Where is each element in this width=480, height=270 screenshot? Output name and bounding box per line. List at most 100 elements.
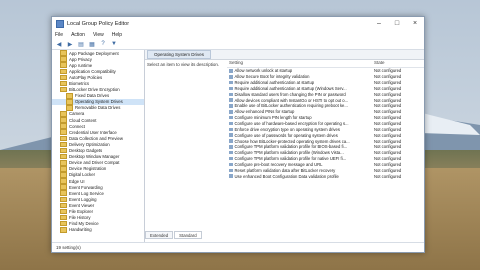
tree-item-label: Event Log Service — [69, 190, 104, 196]
setting-state: Not configured — [374, 121, 402, 127]
tree-item-label: Delivery Optimization — [69, 141, 110, 147]
policy-icon — [229, 121, 233, 126]
setting-row[interactable]: Configure pre-boot recovery message and … — [227, 162, 424, 168]
setting-state: Not configured — [374, 167, 402, 173]
setting-name: Allow network unlock at startup — [234, 68, 293, 74]
setting-state: Not configured — [374, 74, 402, 80]
setting-name: Use enhanced Boot Configuration Data val… — [234, 173, 339, 179]
minimize-button[interactable]: – — [370, 17, 388, 30]
setting-name-cell: Allow enhanced PINs for startup — [227, 109, 374, 114]
setting-name: Configure pre-boot recovery message and … — [234, 161, 323, 167]
setting-state: Not configured — [374, 68, 402, 74]
folder-icon — [66, 99, 73, 105]
setting-name-cell: Choose how BitLocker-protected operating… — [227, 139, 374, 144]
folder-icon — [60, 50, 67, 56]
policy-icon — [229, 69, 233, 73]
policy-icon — [229, 145, 233, 149]
setting-state: Not configured — [374, 91, 402, 97]
tree-item-label: Event Forwarding — [69, 184, 103, 190]
help-icon[interactable]: ? — [99, 41, 107, 48]
maximize-button[interactable]: □ — [388, 17, 406, 30]
setting-state: Not configured — [374, 115, 402, 121]
folder-icon — [60, 166, 67, 172]
folder-icon — [60, 208, 67, 215]
setting-row[interactable]: Require additional authentication at sta… — [227, 80, 424, 86]
folder-icon — [60, 117, 67, 123]
setting-name-cell: Configure TPM platform validation profil… — [227, 144, 374, 149]
setting-row[interactable]: Enforce drive encryption type on operati… — [227, 126, 424, 132]
forward-icon[interactable]: ▶ — [66, 41, 74, 48]
menu-help[interactable]: Help — [112, 32, 122, 38]
setting-row[interactable]: Reset platform validation data after Bit… — [227, 167, 424, 173]
setting-row[interactable]: Disallow standard users from changing th… — [227, 91, 424, 97]
folder-icon — [60, 80, 67, 87]
close-button[interactable]: × — [406, 17, 424, 30]
policy-icon — [229, 156, 233, 161]
tree-item-label: AutoPlay Policies — [69, 74, 103, 80]
menu-file[interactable]: File — [55, 32, 63, 38]
setting-name-cell: Require additional authentication at sta… — [227, 80, 374, 85]
folder-icon[interactable]: ▤ — [77, 41, 85, 48]
setting-name: Configure TPM platform validation profil… — [234, 144, 348, 150]
setting-row[interactable]: Enable use of BitLocker authentication r… — [227, 103, 424, 109]
setting-row[interactable]: Use enhanced Boot Configuration Data val… — [227, 173, 424, 179]
tree-item-label: Cloud Content — [69, 117, 97, 123]
setting-row[interactable]: Configure use of hardware-based encrypti… — [227, 121, 424, 127]
details-header-label: Operating System Drives — [147, 50, 212, 59]
setting-name-cell: Use enhanced Boot Configuration Data val… — [227, 174, 374, 179]
column-setting[interactable]: Setting — [227, 60, 374, 67]
setting-row[interactable]: Configure TPM platform validation profil… — [227, 144, 424, 150]
setting-row[interactable]: Allow enhanced PINs for startup Not confi… — [227, 109, 424, 115]
tab-extended[interactable]: Extended — [145, 231, 174, 239]
menu-action[interactable]: Action — [71, 32, 85, 38]
column-state[interactable]: State — [374, 60, 424, 67]
policy-icon — [229, 174, 233, 178]
policy-icon — [229, 110, 233, 114]
setting-name-cell: Configure minimum PIN length for startup — [227, 115, 374, 120]
setting-state: Not configured — [374, 132, 402, 138]
setting-row[interactable]: Choose how BitLocker-protected operating… — [227, 138, 424, 144]
tree-item[interactable]: Handwriting — [52, 226, 144, 233]
setting-name: Configure TPM platform validation profil… — [234, 150, 344, 156]
back-icon[interactable]: ◀ — [55, 41, 63, 48]
setting-name: Configure use of passwords for operating… — [234, 132, 338, 138]
filter-icon[interactable]: ▼ — [110, 41, 118, 48]
setting-name-cell: Disallow standard users from changing th… — [227, 92, 374, 97]
setting-name: Choose how BitLocker-protected operating… — [234, 138, 350, 144]
folder-icon — [60, 184, 67, 190]
folder-icon — [60, 147, 67, 154]
policy-icon — [229, 133, 233, 137]
setting-row[interactable]: Configure minimum PIN length for startup… — [227, 115, 424, 121]
tab-standard[interactable]: Standard — [174, 231, 202, 239]
menu-bar: File Action View Help — [52, 30, 424, 39]
tree-item-label: App Privacy — [69, 56, 92, 62]
setting-row[interactable]: Require additional authentication at sta… — [227, 86, 424, 92]
setting-name: Require additional authentication at sta… — [234, 85, 347, 91]
policy-icon — [229, 115, 233, 120]
setting-row[interactable]: Configure TPM platform validation profil… — [227, 150, 424, 156]
tree-item-label: File History — [69, 215, 91, 221]
description-text: Select an item to view its description. — [147, 62, 219, 67]
setting-name: Disallow standard users from changing th… — [234, 91, 346, 97]
setting-name-cell: Require additional authentication at sta… — [227, 86, 374, 91]
setting-state: Not configured — [374, 126, 402, 132]
folder-icon — [60, 135, 67, 142]
setting-row[interactable]: Allow Secure Boot for integrity validati… — [227, 74, 424, 80]
policy-icon — [229, 98, 233, 102]
properties-icon[interactable]: ▦ — [88, 41, 96, 48]
app-icon — [56, 19, 64, 28]
folder-icon — [60, 190, 67, 196]
window-title: Local Group Policy Editor — [67, 20, 130, 27]
setting-name: Configure use of hardware-based encrypti… — [234, 121, 349, 127]
folder-icon — [60, 111, 67, 117]
setting-name: Require additional authentication at sta… — [234, 80, 315, 86]
setting-row[interactable]: Configure use of passwords for operating… — [227, 132, 424, 138]
folder-icon — [60, 68, 67, 75]
setting-row[interactable]: Allow devices compliant with InstantGo o… — [227, 97, 424, 103]
setting-row[interactable]: Configure TPM platform validation profil… — [227, 156, 424, 162]
setting-row[interactable]: Allow network unlock at startup Not confi… — [227, 68, 424, 74]
menu-view[interactable]: View — [93, 32, 104, 38]
details-pane: Operating System Drives Select an item t… — [145, 50, 424, 242]
tree-item-label: Event Viewer — [69, 202, 95, 208]
setting-name-cell: Configure use of hardware-based encrypti… — [227, 121, 374, 126]
